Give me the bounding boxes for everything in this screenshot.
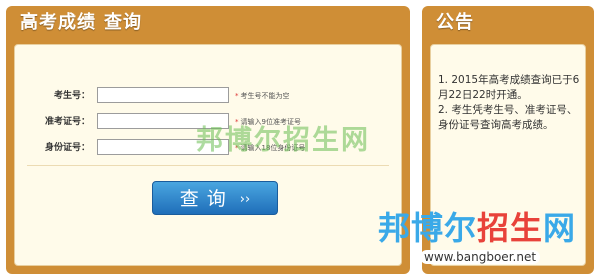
exam-number-hint-text: 考生号不能为空 <box>240 92 290 100</box>
exam-number-label: 考生号： <box>53 91 90 101</box>
watermark-logo-part-c: 网 <box>543 209 577 247</box>
notice-item: 2. 考生凭考生号、准考证号、身份证号查询高考成绩。 <box>438 104 578 131</box>
watermark-logo-part-a: 邦博尔 <box>378 209 478 247</box>
notice-item: 1. 2015年高考成绩查询已于6月22日22时开通。 <box>438 74 580 101</box>
watermark-overlay-text: 邦博尔招生网 <box>196 125 370 156</box>
query-title-main: 高考成绩 <box>20 12 96 33</box>
query-submit-label: 查询 <box>179 188 234 210</box>
required-star-icon: * <box>235 92 239 100</box>
exam-number-input[interactable] <box>97 87 229 103</box>
form-divider <box>27 165 389 166</box>
query-title-sub: 查询 <box>104 12 142 33</box>
double-chevron-right-icon: ›› <box>239 192 251 207</box>
notice-panel-title: 公告 <box>436 12 474 33</box>
notice-list: 1. 2015年高考成绩查询已于6月22日22时开通。 2. 考生凭考生号、准考… <box>438 73 581 133</box>
query-submit-button[interactable]: 查询 ›› <box>152 181 278 215</box>
watermark-logo-part-b: 招生 <box>477 209 544 247</box>
watermark-url: www.bangboer.net <box>420 250 541 264</box>
query-panel-title: 高考成绩 查询 <box>6 6 410 40</box>
field-row-exam-number: 考生号： * 考生号不能为空 <box>15 87 395 105</box>
id-number-label: 身份证号： <box>44 143 90 153</box>
exam-number-hint: * 考生号不能为空 <box>235 87 290 105</box>
watermark-logo: 邦博尔招生网 <box>378 203 576 249</box>
admission-ticket-label: 准考证号： <box>44 117 90 127</box>
